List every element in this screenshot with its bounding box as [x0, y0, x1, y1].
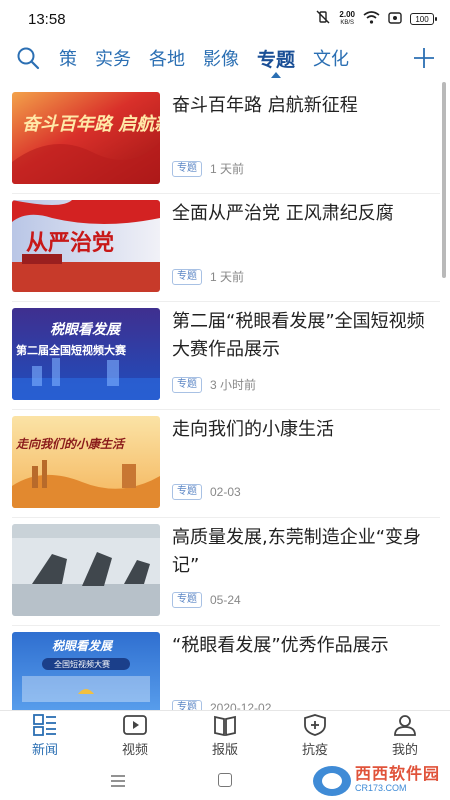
home-icon[interactable] [218, 773, 232, 787]
article-time: 1 天前 [210, 270, 245, 284]
user-icon [394, 714, 416, 736]
nav-video[interactable]: 视频 [90, 711, 180, 760]
video-icon [123, 714, 147, 735]
nav-label: 视频 [121, 742, 148, 758]
article-meta: 专题 1 天前 [172, 268, 244, 285]
article-time: 1 天前 [210, 162, 245, 176]
shield-plus-icon [304, 713, 326, 736]
topic-tag: 专题 [172, 376, 202, 393]
tab-culture[interactable]: 文化 [304, 38, 358, 78]
watermark-logo: 西西软件园 CR173.COM [312, 764, 440, 796]
category-tab-bar: 策 实务 各地 影像 专题 文化 [0, 38, 450, 78]
tab-regions[interactable]: 各地 [140, 38, 194, 78]
nav-profile[interactable]: 我的 [360, 711, 450, 760]
status-bar: 13:58 2.00 KB/S 100 [0, 0, 450, 38]
list-item[interactable]: 奋斗百年路 启航新征程 奋斗百年路 启航新征程 专题 1 天前 [0, 86, 440, 194]
list-item[interactable]: 税眼看发展 第二届全国短视频大赛 第二届“税眼看发展”全国短视频大赛作品展示 专… [0, 302, 440, 410]
topic-tag: 专题 [172, 700, 202, 710]
nav-newspaper[interactable]: 报版 [180, 711, 270, 760]
plus-icon [414, 48, 434, 68]
menu-icon[interactable] [110, 772, 126, 791]
article-meta: 专题 1 天前 [172, 160, 244, 177]
system-navigation-bar: 西西软件园 CR173.COM [0, 760, 450, 800]
watermark-icon [312, 766, 351, 796]
topic-tag: 专题 [172, 592, 202, 608]
tab-policy[interactable]: 策 [50, 38, 86, 78]
article-meta: 专题 2020-12-02 [172, 700, 271, 710]
nav-label: 新闻 [31, 742, 58, 758]
thumbnail-caption: 走向我们的小康生活 [15, 437, 126, 451]
scrollbar[interactable] [442, 82, 446, 278]
article-time: 05-24 [210, 593, 241, 607]
article-thumbnail: 税眼看发展 第二届全国短视频大赛 [12, 308, 160, 400]
article-list: 奋斗百年路 启航新征程 奋斗百年路 启航新征程 专题 1 天前 从严治党 全面从… [0, 80, 450, 710]
thumbnail-subcaption: 第二届全国短视频大赛 [16, 343, 127, 357]
wifi-icon [363, 10, 380, 28]
list-item[interactable]: 走向我们的小康生活 走向我们的小康生活 专题 02-03 [0, 410, 440, 518]
thumbnail-caption: 从严治党 [26, 230, 114, 256]
tab-special-topics[interactable]: 专题 [248, 38, 304, 78]
article-meta: 专题 02-03 [172, 484, 241, 500]
article-thumbnail: 从严治党 [12, 200, 160, 292]
search-icon [17, 47, 40, 70]
article-meta: 专题 05-24 [172, 592, 241, 608]
tab-images[interactable]: 影像 [194, 38, 248, 78]
article-time: 02-03 [210, 485, 241, 499]
article-thumbnail: 走向我们的小康生活 [12, 416, 160, 508]
bottom-navigation: 新闻 视频 报版 抗疫 我的 [0, 710, 450, 760]
article-title: 奋斗百年路 启航新征程 [172, 95, 358, 116]
thumbnail-subcaption: 全国短视频大赛 [54, 659, 110, 669]
list-item[interactable]: 税眼看发展 全国短视频大赛 “税眼看发展”优秀作品展示 专题 2020-12-0… [0, 626, 440, 710]
list-item[interactable]: 高质量发展,东莞制造企业“变身记” 专题 05-24 [0, 518, 440, 626]
article-thumbnail [12, 524, 160, 616]
net-speed: 2.00 KB/S [339, 10, 355, 27]
article-title: 全面从严治党 正风肃纪反腐 [172, 203, 394, 224]
article-title: 走向我们的小康生活 [172, 419, 334, 440]
tabs: 策 实务 各地 影像 专题 文化 [50, 38, 404, 78]
thumbnail-caption: 奋斗百年路 启航新征程 [22, 114, 160, 135]
news-icon [33, 713, 56, 736]
article-title: 高质量发展,东莞制造企业“变身记” [172, 527, 422, 576]
screen-record-icon [388, 10, 402, 28]
vibrate-off-icon [315, 10, 331, 28]
nav-label: 抗疫 [301, 742, 328, 758]
article-thumbnail: 税眼看发展 全国短视频大赛 [12, 632, 160, 710]
nav-news[interactable]: 新闻 [0, 711, 90, 760]
article-time: 3 小时前 [210, 378, 257, 392]
status-icons: 2.00 KB/S 100 [315, 10, 437, 28]
article-time: 2020-12-02 [210, 701, 272, 710]
topic-tag: 专题 [172, 484, 202, 500]
tab-practice[interactable]: 实务 [86, 38, 140, 78]
topic-tag: 专题 [172, 160, 202, 177]
article-title: 第二届“税眼看发展”全国短视频大赛作品展示 [172, 311, 425, 360]
article-title: “税眼看发展”优秀作品展示 [172, 635, 389, 656]
nav-label: 我的 [391, 742, 418, 758]
thumbnail-caption: 税眼看发展 [50, 321, 122, 338]
topic-tag: 专题 [172, 268, 202, 285]
watermark-text: 西西软件园 CR173.COM [354, 764, 440, 794]
newspaper-icon [214, 715, 236, 736]
status-time: 13:58 [28, 10, 66, 28]
article-meta: 专题 3 小时前 [172, 376, 256, 393]
list-item[interactable]: 从严治党 全面从严治党 正风肃纪反腐 专题 1 天前 [0, 194, 440, 302]
search-button[interactable] [6, 38, 50, 78]
nav-anti-epidemic[interactable]: 抗疫 [270, 711, 360, 760]
nav-label: 报版 [211, 742, 238, 758]
thumbnail-caption: 税眼看发展 [52, 639, 114, 653]
article-thumbnail: 奋斗百年路 启航新征程 [12, 92, 160, 184]
add-channel-button[interactable] [404, 38, 444, 78]
battery-icon: 100 [410, 13, 437, 25]
